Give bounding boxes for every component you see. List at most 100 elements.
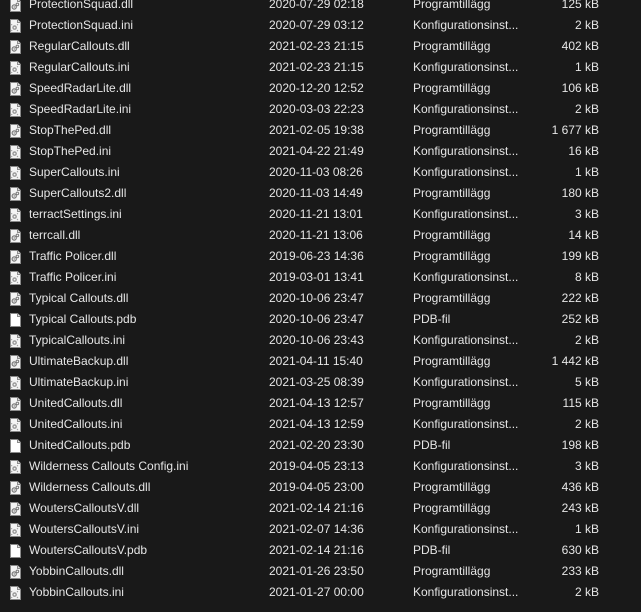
file-row[interactable]: TypicalCallouts.ini 2020-10-06 23:43 Konfi… bbox=[0, 330, 641, 351]
file-date-modified: 2021-04-13 12:57 bbox=[269, 396, 364, 410]
file-row[interactable]: terrcall.dll 2020-11-21 13:06 Programtillä… bbox=[0, 225, 641, 246]
file-rows: ProtectionSquad.dll 2020-07-29 02:18 Progr… bbox=[0, 0, 641, 603]
file-size: 198 kB bbox=[561, 438, 599, 452]
ini-file-icon bbox=[9, 334, 22, 348]
dll-file-icon bbox=[9, 565, 22, 579]
file-type: Konfigurationsinst... bbox=[413, 459, 519, 473]
file-row[interactable]: Wilderness Callouts Config.ini 2019-04-05… bbox=[0, 456, 641, 477]
file-size: 8 kB bbox=[574, 270, 599, 284]
file-row[interactable]: StopThePed.dll 2021-02-05 19:38 Programtil… bbox=[0, 120, 641, 141]
ini-file-icon bbox=[9, 208, 22, 222]
file-date-modified: 2021-02-14 21:16 bbox=[269, 543, 364, 557]
ini-file-icon bbox=[9, 61, 22, 75]
file-name: WoutersCalloutsV.dll bbox=[29, 501, 140, 515]
file-name: SuperCallouts2.dll bbox=[29, 186, 127, 200]
file-type: Konfigurationsinst... bbox=[413, 165, 519, 179]
file-name: SpeedRadarLite.dll bbox=[29, 81, 132, 95]
file-size: 1 kB bbox=[574, 165, 599, 179]
file-name: YobbinCallouts.ini bbox=[29, 585, 124, 599]
file-size: 199 kB bbox=[561, 249, 599, 263]
file-date-modified: 2021-04-11 15:40 bbox=[269, 354, 363, 368]
file-row[interactable]: SpeedRadarLite.ini 2020-03-03 22:23 Konfig… bbox=[0, 99, 641, 120]
file-size: 3 kB bbox=[574, 459, 599, 473]
file-row[interactable]: WoutersCalloutsV.ini 2021-02-07 14:36 Konf… bbox=[0, 519, 641, 540]
file-name: WoutersCalloutsV.ini bbox=[29, 522, 140, 536]
file-date-modified: 2020-10-06 23:47 bbox=[269, 291, 364, 305]
ini-file-icon bbox=[9, 145, 22, 159]
file-row[interactable]: YobbinCallouts.dll 2021-01-26 23:50 Progra… bbox=[0, 561, 641, 582]
file-row[interactable]: Traffic Policer.ini 2019-03-01 13:41 Konfi… bbox=[0, 267, 641, 288]
file-type: Konfigurationsinst... bbox=[413, 144, 519, 158]
file-date-modified: 2019-06-23 14:36 bbox=[269, 249, 364, 263]
file-type: Programtillägg bbox=[413, 228, 491, 242]
file-row[interactable]: SuperCallouts2.dll 2020-11-03 14:49 Progra… bbox=[0, 183, 641, 204]
file-row[interactable]: RegularCallouts.dll 2021-02-23 21:15 Progr… bbox=[0, 36, 641, 57]
dll-file-icon bbox=[9, 250, 22, 264]
file-row[interactable]: Typical Callouts.pdb 2020-10-06 23:47 PDB-… bbox=[0, 309, 641, 330]
file-name: Typical Callouts.pdb bbox=[29, 312, 137, 326]
file-name: terractSettings.ini bbox=[29, 207, 122, 221]
file-size: 5 kB bbox=[574, 375, 599, 389]
file-size: 1 kB bbox=[574, 522, 599, 536]
file-date-modified: 2019-03-01 13:41 bbox=[269, 270, 364, 284]
file-date-modified: 2020-12-20 12:52 bbox=[269, 81, 364, 95]
file-size: 14 kB bbox=[568, 228, 599, 242]
dll-file-icon bbox=[9, 502, 22, 516]
file-type: Programtillägg bbox=[413, 123, 491, 137]
file-size: 106 kB bbox=[561, 81, 599, 95]
file-date-modified: 2019-04-05 23:00 bbox=[269, 480, 364, 494]
file-type: Programtillägg bbox=[413, 291, 491, 305]
file-type: Programtillägg bbox=[413, 480, 491, 494]
file-date-modified: 2021-01-26 23:50 bbox=[269, 564, 364, 578]
file-date-modified: 2020-07-29 02:18 bbox=[269, 0, 364, 11]
ini-file-icon bbox=[9, 460, 22, 474]
ini-file-icon bbox=[9, 586, 22, 600]
file-name: Traffic Policer.dll bbox=[29, 249, 117, 263]
file-type: Konfigurationsinst... bbox=[413, 375, 519, 389]
file-row[interactable]: SpeedRadarLite.dll 2020-12-20 12:52 Progra… bbox=[0, 78, 641, 99]
file-date-modified: 2021-02-07 14:36 bbox=[269, 522, 364, 536]
file-row[interactable]: UnitedCallouts.ini 2021-04-13 12:59 Konfig… bbox=[0, 414, 641, 435]
file-row[interactable]: StopThePed.ini 2021-04-22 21:49 Konfigurat… bbox=[0, 141, 641, 162]
file-size: 125 kB bbox=[561, 0, 599, 11]
file-name: UnitedCallouts.ini bbox=[29, 417, 123, 431]
file-row[interactable]: ProtectionSquad.ini 2020-07-29 03:12 Konfi… bbox=[0, 15, 641, 36]
file-type: Programtillägg bbox=[413, 501, 491, 515]
file-date-modified: 2020-10-06 23:47 bbox=[269, 312, 364, 326]
file-name: WoutersCalloutsV.pdb bbox=[29, 543, 148, 557]
file-row[interactable]: Traffic Policer.dll 2019-06-23 14:36 Progr… bbox=[0, 246, 641, 267]
file-row[interactable]: WoutersCalloutsV.pdb 2021-02-14 21:16 PDB-… bbox=[0, 540, 641, 561]
file-row[interactable]: Wilderness Callouts.dll 2019-04-05 23:00 P… bbox=[0, 477, 641, 498]
file-date-modified: 2020-11-03 08:26 bbox=[269, 165, 363, 179]
file-row[interactable]: UnitedCallouts.pdb 2021-02-20 23:30 PDB-fi… bbox=[0, 435, 641, 456]
ini-file-icon bbox=[9, 103, 22, 117]
file-row[interactable]: WoutersCalloutsV.dll 2021-02-14 21:16 Prog… bbox=[0, 498, 641, 519]
file-row[interactable]: ProtectionSquad.dll 2020-07-29 02:18 Progr… bbox=[0, 0, 641, 15]
file-size: 402 kB bbox=[561, 39, 599, 53]
file-size: 2 kB bbox=[574, 417, 599, 431]
dll-file-icon bbox=[9, 292, 22, 306]
file-name: RegularCallouts.ini bbox=[29, 60, 130, 74]
file-size: 180 kB bbox=[561, 186, 599, 200]
file-row[interactable]: RegularCallouts.ini 2021-02-23 21:15 Konfi… bbox=[0, 57, 641, 78]
file-type: Konfigurationsinst... bbox=[413, 207, 519, 221]
pdb-file-icon bbox=[9, 439, 22, 453]
file-name: Wilderness Callouts.dll bbox=[29, 480, 151, 494]
file-name: Typical Callouts.dll bbox=[29, 291, 129, 305]
file-type: Programtillägg bbox=[413, 354, 491, 368]
pdb-file-icon bbox=[9, 313, 22, 327]
file-size: 2 kB bbox=[574, 333, 599, 347]
dll-file-icon bbox=[9, 82, 22, 96]
file-row[interactable]: terractSettings.ini 2020-11-21 13:01 Konfi… bbox=[0, 204, 641, 225]
file-row[interactable]: YobbinCallouts.ini 2021-01-27 00:00 Konfig… bbox=[0, 582, 641, 603]
file-row[interactable]: SuperCallouts.ini 2020-11-03 08:26 Konfigu… bbox=[0, 162, 641, 183]
file-row[interactable]: UltimateBackup.ini 2021-03-25 08:39 Konfig… bbox=[0, 372, 641, 393]
ini-file-icon bbox=[9, 166, 22, 180]
file-row[interactable]: Typical Callouts.dll 2020-10-06 23:47 Prog… bbox=[0, 288, 641, 309]
file-type: Konfigurationsinst... bbox=[413, 270, 519, 284]
file-row[interactable]: UnitedCallouts.dll 2021-04-13 12:57 Progra… bbox=[0, 393, 641, 414]
file-size: 1 kB bbox=[574, 60, 599, 74]
file-date-modified: 2021-02-23 21:15 bbox=[269, 39, 364, 53]
file-row[interactable]: UltimateBackup.dll 2021-04-11 15:40 Progra… bbox=[0, 351, 641, 372]
file-date-modified: 2021-02-14 21:16 bbox=[269, 501, 364, 515]
